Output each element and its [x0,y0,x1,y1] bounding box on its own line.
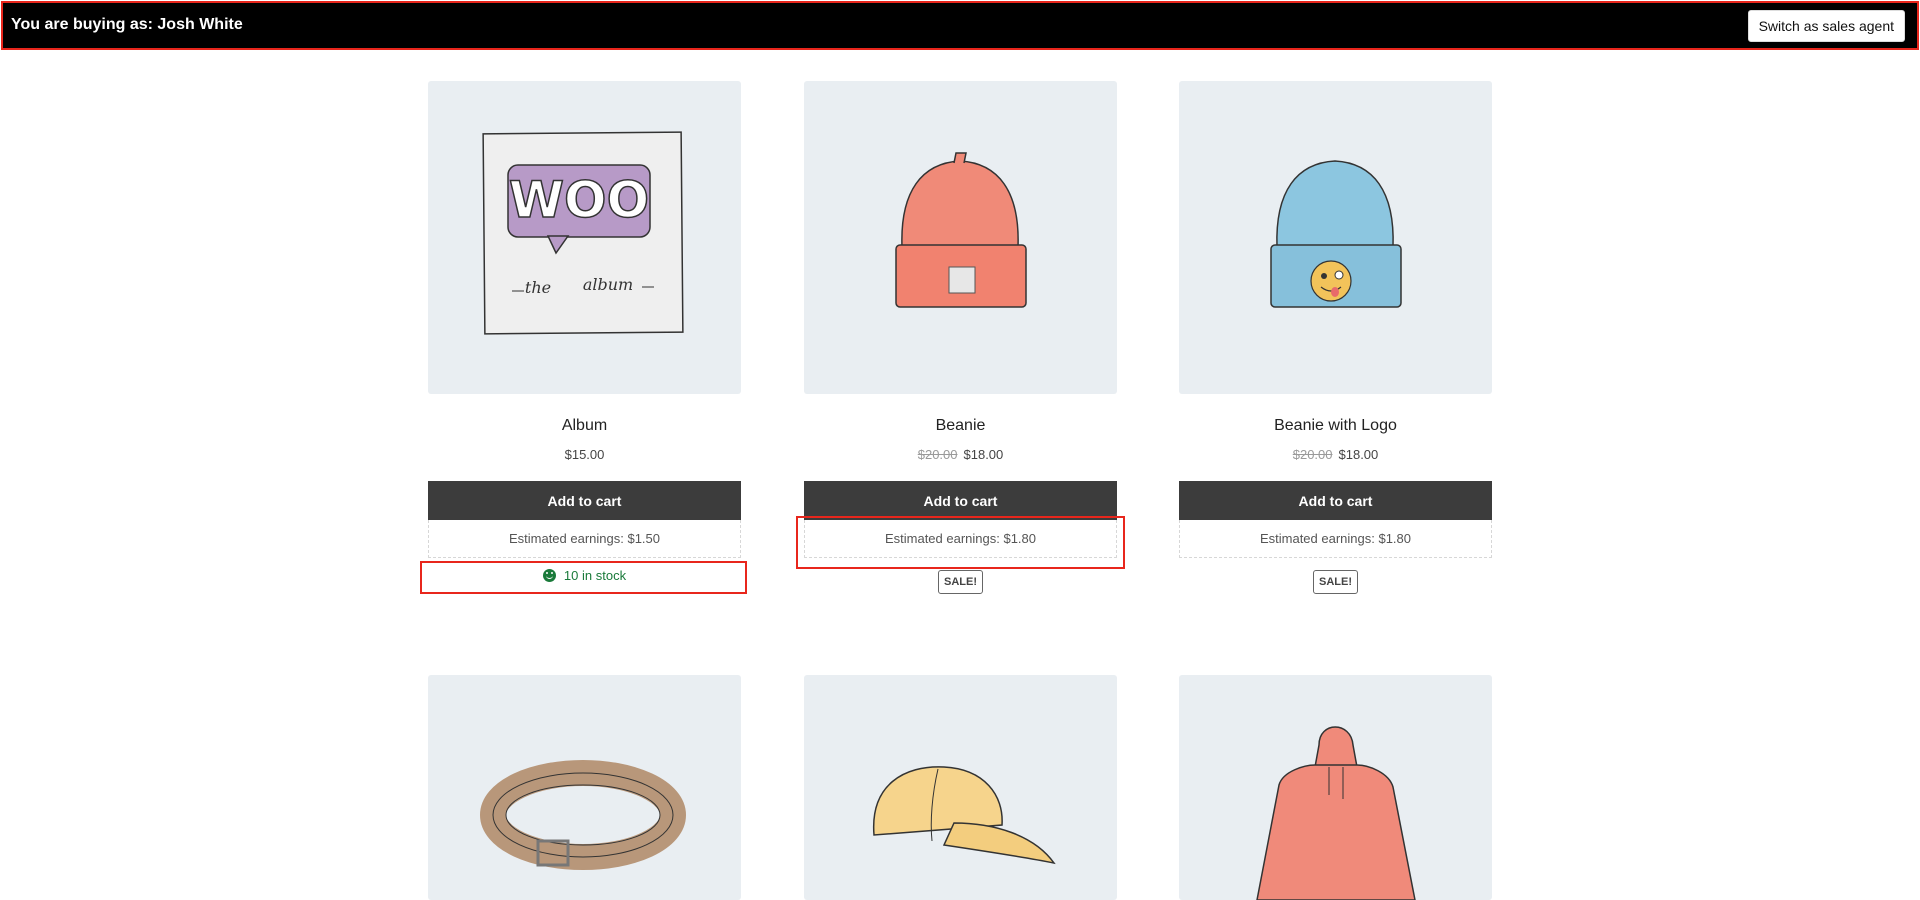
beanie-logo-icon [1270,160,1402,308]
beanie-icon [895,152,1027,308]
price-original: $20.00 [1292,447,1333,462]
product-image-beanie[interactable] [804,81,1117,394]
hoodie-icon [1256,726,1416,900]
product-image-cap[interactable] [804,675,1117,900]
product-title[interactable]: Beanie with Logo [1179,417,1492,437]
cap-icon [873,766,1056,865]
product-image-beanie-with-logo[interactable] [1179,81,1492,394]
product-card-album: WOO the album Album $15.00 Add to cart E… [428,81,741,584]
buying-as-text: You are buying as: Josh White [11,16,243,33]
svg-text:WOO: WOO [509,171,649,229]
price-current: $15.00 [564,447,605,462]
switch-sales-agent-button[interactable]: Switch as sales agent [1747,10,1905,42]
sale-badge: SALE! [1313,570,1358,594]
price-original: $20.00 [917,447,958,462]
price-current: $18.00 [963,447,1004,462]
product-card-beanie-with-logo: Beanie with Logo $20.00 $18.00 Add to car… [1179,81,1492,594]
add-to-cart-button[interactable]: Add to cart [428,481,741,520]
estimated-earnings: Estimated earnings: $1.80 [804,520,1117,558]
add-to-cart-button[interactable]: Add to cart [804,481,1117,520]
product-image-belt[interactable] [428,675,741,900]
product-image-album[interactable]: WOO the album [428,81,741,394]
svg-text:the: the [525,278,551,297]
estimated-earnings: Estimated earnings: $1.80 [1179,520,1492,558]
product-card-belt [428,675,741,900]
product-price: $20.00 $18.00 [1179,447,1492,465]
product-title[interactable]: Album [428,417,741,437]
smiley-icon [542,568,556,582]
sale-badge: SALE! [938,570,983,594]
album-icon: WOO the album [482,131,684,335]
stock-status: 10 in stock [428,566,741,584]
stock-text: 10 in stock [563,567,627,583]
price-current: $18.00 [1338,447,1379,462]
product-image-hoodie[interactable] [1179,675,1492,900]
product-card-beanie: Beanie $20.00 $18.00 Add to cart Estimate… [804,81,1117,594]
product-title[interactable]: Beanie [804,417,1117,437]
estimated-earnings: Estimated earnings: $1.50 [428,520,741,558]
product-card-hoodie [1179,675,1492,900]
product-card-cap [804,675,1117,900]
buying-as-bar: You are buying as: Josh White Switch as … [1,1,1919,50]
belt-icon [480,760,686,870]
svg-text:album: album [583,275,633,294]
add-to-cart-button[interactable]: Add to cart [1179,481,1492,520]
product-price: $15.00 [428,447,741,465]
product-price: $20.00 $18.00 [804,447,1117,465]
